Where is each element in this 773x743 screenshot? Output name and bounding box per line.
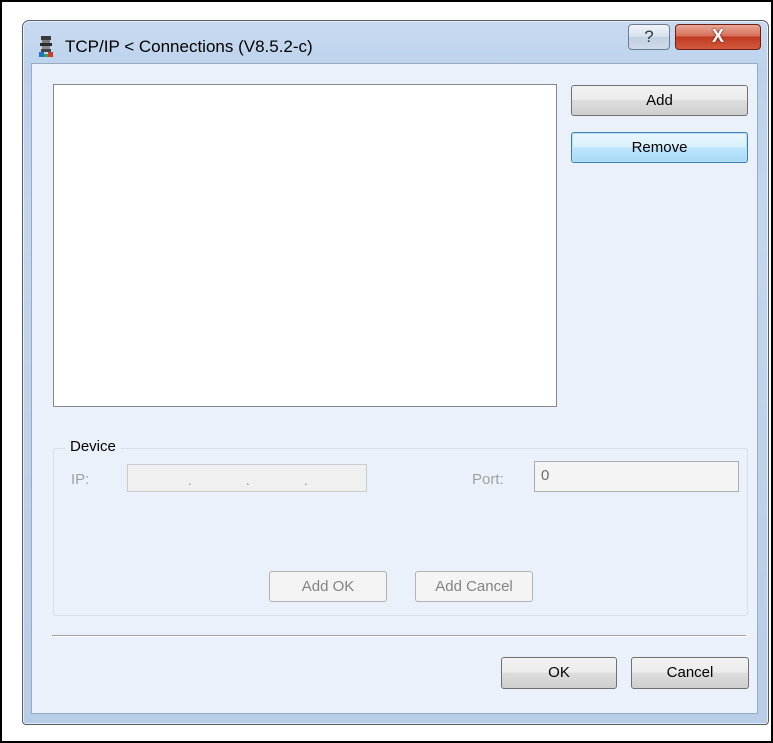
dialog-window: TCP/IP < Connections (V8.5.2-c) ? X Add … — [22, 20, 769, 725]
remove-button[interactable]: Remove — [571, 132, 748, 163]
help-button[interactable]: ? — [628, 24, 670, 50]
help-icon: ? — [644, 27, 654, 46]
ip-octet-separator: . — [304, 473, 308, 488]
ip-octet-separator: . — [188, 473, 192, 488]
close-button[interactable]: X — [675, 24, 761, 50]
cancel-button[interactable]: Cancel — [631, 657, 749, 689]
close-icon: X — [711, 26, 724, 46]
device-group-label: Device — [65, 438, 121, 455]
footer-separator — [52, 635, 746, 637]
ip-address-field[interactable]: . . . — [127, 464, 367, 492]
dialog-client-area: Add Remove Device IP: . . . Port: 0 Add … — [31, 63, 758, 714]
add-button[interactable]: Add — [571, 85, 748, 116]
ip-label: IP: — [71, 471, 90, 488]
add-cancel-button[interactable]: Add Cancel — [415, 571, 533, 602]
add-ok-button[interactable]: Add OK — [269, 571, 387, 602]
ip-octet-separator: . — [246, 473, 250, 488]
port-field[interactable]: 0 — [534, 461, 739, 492]
device-tower-icon — [39, 36, 53, 58]
ok-button[interactable]: OK — [501, 657, 617, 689]
connections-list[interactable] — [53, 84, 557, 407]
port-label: Port: — [472, 471, 504, 488]
screenshot-frame: TCP/IP < Connections (V8.5.2-c) ? X Add … — [0, 0, 773, 743]
window-title: TCP/IP < Connections (V8.5.2-c) — [65, 37, 313, 56]
